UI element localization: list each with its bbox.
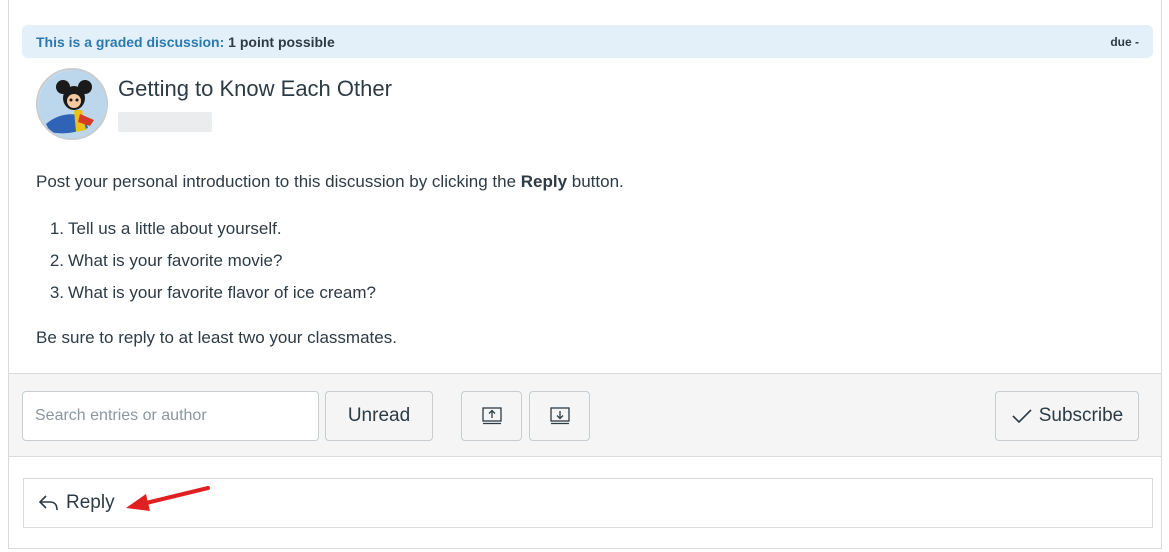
- intro-reply-emphasis: Reply: [520, 172, 568, 191]
- due-date: due -: [1110, 34, 1139, 49]
- subscribe-button[interactable]: Subscribe: [995, 391, 1139, 441]
- prompt-list: 1. Tell us a little about yourself. 2. Wha…: [36, 214, 376, 310]
- list-item: 3. What is your favorite flavor of ice cr…: [36, 278, 376, 310]
- reply-arrow-icon: [38, 495, 58, 511]
- collapse-replies-button[interactable]: [461, 391, 522, 441]
- collapse-up-icon: [481, 407, 502, 425]
- graded-discussion-banner: This is a graded discussion: 1 point pos…: [22, 25, 1153, 58]
- list-item: 1. Tell us a little about yourself.: [36, 214, 376, 246]
- list-number: 3.: [49, 283, 64, 302]
- list-text: What is your favorite movie?: [68, 251, 283, 270]
- author-name-placeholder: [118, 112, 212, 132]
- discussion-title: Getting to Know Each Other: [118, 76, 392, 101]
- intro-text-end: button.: [567, 172, 624, 191]
- list-text: Tell us a little about yourself.: [68, 219, 282, 238]
- checkmark-icon: [1012, 409, 1032, 424]
- reply-label: Reply: [66, 492, 115, 513]
- list-number: 1.: [49, 219, 64, 238]
- graded-info: This is a graded discussion: 1 point pos…: [36, 34, 335, 50]
- discussion-closing: Be sure to reply to at least two your cl…: [36, 328, 397, 347]
- author-avatar[interactable]: [36, 68, 108, 140]
- unread-button[interactable]: Unread: [325, 391, 433, 441]
- expand-down-icon: [549, 407, 570, 425]
- list-item: 2. What is your favorite movie?: [36, 246, 376, 278]
- discussion-toolbar: Unread Subscribe: [9, 373, 1161, 457]
- annotation-arrow-icon: [126, 486, 210, 511]
- discussion-intro: Post your personal introduction to this …: [36, 172, 624, 192]
- points-possible: 1 point possible: [228, 33, 335, 50]
- list-text: What is your favorite flavor of ice crea…: [68, 283, 377, 302]
- reply-button[interactable]: Reply: [38, 492, 115, 514]
- list-number: 2.: [49, 251, 64, 270]
- intro-text-start: Post your personal introduction to this …: [36, 172, 521, 191]
- search-input[interactable]: [22, 391, 319, 441]
- graded-label: This is a graded discussion:: [36, 33, 225, 50]
- subscribe-label: Subscribe: [1038, 405, 1124, 426]
- expand-replies-button[interactable]: [529, 391, 590, 441]
